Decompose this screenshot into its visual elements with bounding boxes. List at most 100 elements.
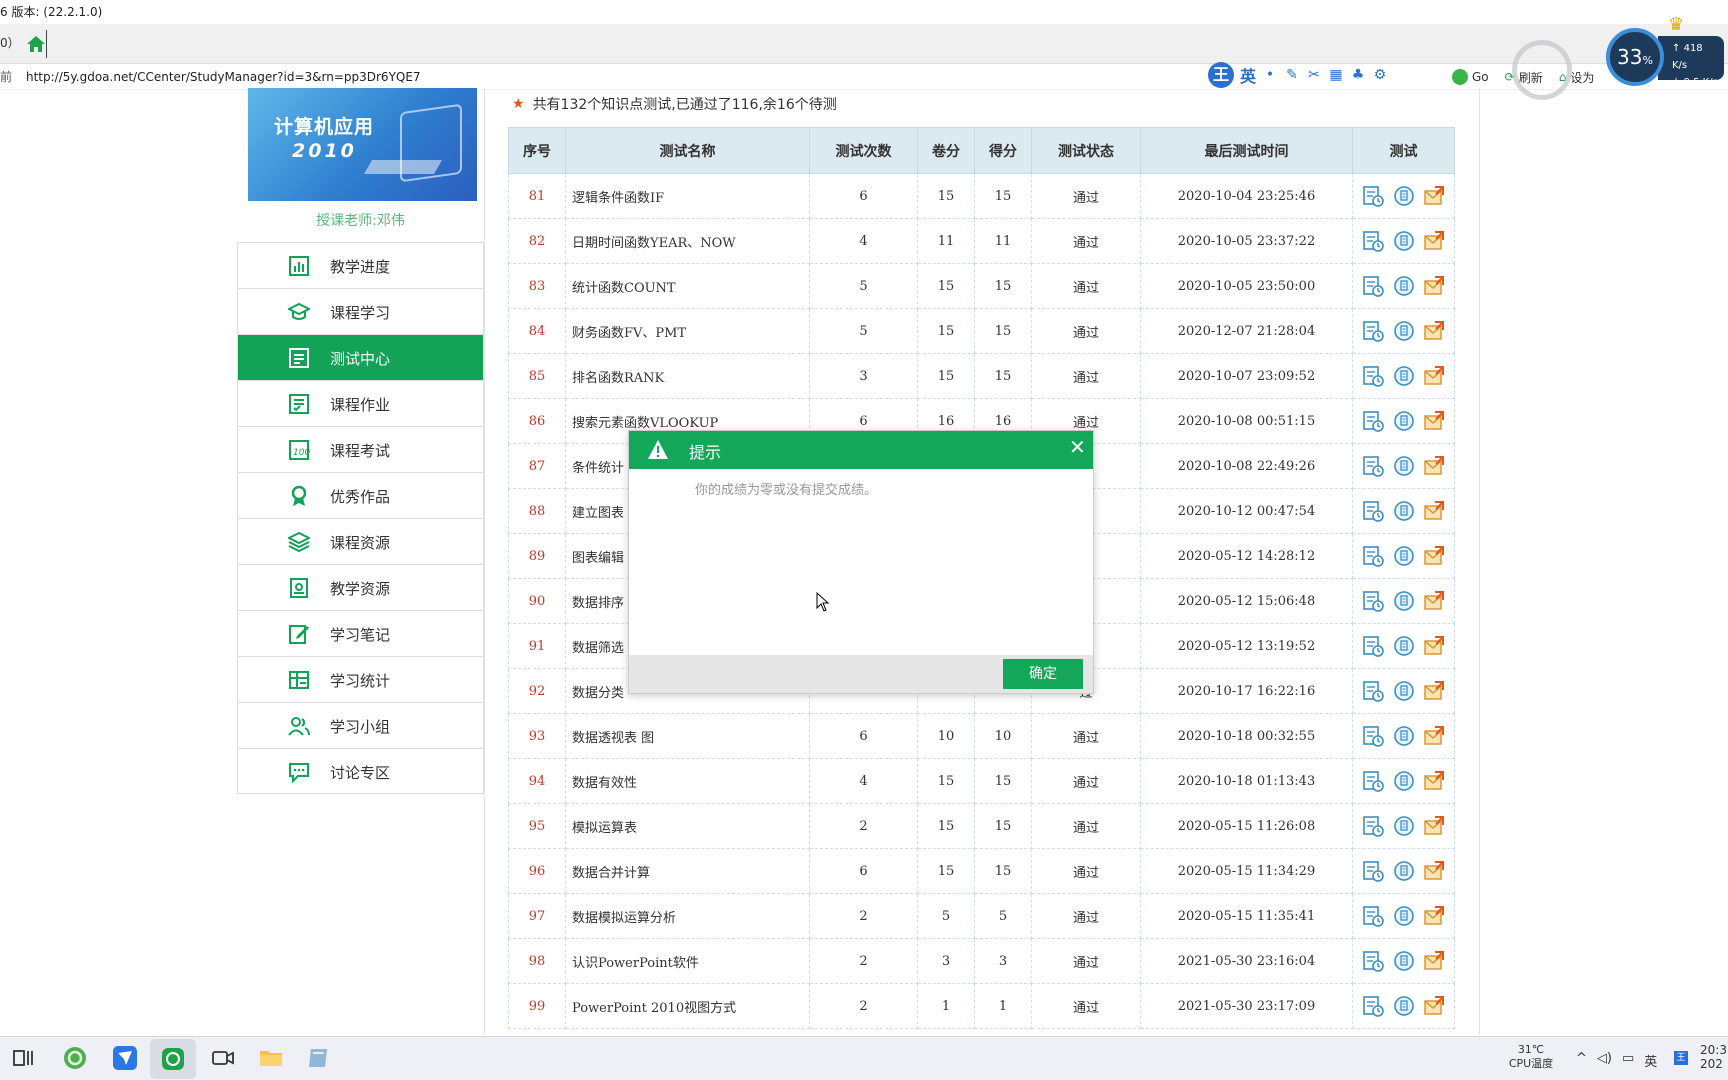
test-history-icon[interactable]: [1362, 500, 1385, 522]
submit-mail-icon[interactable]: [1423, 500, 1445, 522]
sidebar-item-teaching-resources[interactable]: 教学资源: [238, 564, 483, 610]
start-test-icon[interactable]: [1393, 230, 1415, 252]
volume-icon[interactable]: ◁): [1597, 1051, 1612, 1070]
submit-mail-icon[interactable]: [1423, 275, 1445, 297]
sidebar-item-homework[interactable]: 课程作业: [238, 380, 483, 426]
sidebar-item-discussion[interactable]: 讨论专区: [238, 748, 483, 794]
cell-last: 2020-10-08 22:49:26: [1140, 443, 1353, 489]
browser-360-icon[interactable]: [62, 1045, 88, 1071]
submit-mail-icon[interactable]: [1423, 725, 1445, 747]
start-test-icon[interactable]: [1393, 545, 1415, 567]
ok-button[interactable]: 确定: [1003, 659, 1083, 689]
submit-mail-icon[interactable]: [1423, 230, 1445, 252]
start-test-icon[interactable]: [1393, 905, 1415, 927]
start-test-icon[interactable]: [1393, 815, 1415, 837]
chevron-up-icon[interactable]: ^: [1576, 1051, 1587, 1070]
submit-mail-icon[interactable]: [1423, 455, 1445, 477]
test-history-icon[interactable]: [1362, 950, 1385, 972]
network-icon[interactable]: ▭: [1622, 1051, 1634, 1070]
start-test-icon[interactable]: [1393, 860, 1415, 882]
network-speed-widget[interactable]: ↑ 418 K/s ↓ 9.5 K/s 33%: [1606, 26, 1726, 88]
file-explorer-icon[interactable]: [258, 1045, 284, 1071]
test-history-icon[interactable]: [1362, 410, 1385, 432]
sidebar-item-excellent-works[interactable]: 优秀作品: [238, 472, 483, 518]
start-test-icon[interactable]: [1393, 185, 1415, 207]
cpu-temp-widget[interactable]: 31℃ CPU温度: [1506, 1043, 1556, 1071]
submit-mail-icon[interactable]: [1423, 815, 1445, 837]
tray-ime-language[interactable]: 英: [1644, 1051, 1657, 1070]
test-history-icon[interactable]: [1362, 320, 1385, 342]
submit-mail-icon[interactable]: [1423, 410, 1445, 432]
ime-language[interactable]: 英: [1240, 63, 1256, 87]
start-test-icon[interactable]: [1393, 950, 1415, 972]
sidebar-item-exam[interactable]: 100 课程考试: [238, 426, 483, 472]
submit-mail-icon[interactable]: [1423, 905, 1445, 927]
submit-mail-icon[interactable]: [1423, 365, 1445, 387]
camera-app-icon[interactable]: [210, 1045, 236, 1071]
home-icon[interactable]: [24, 32, 48, 56]
settings-gear-icon[interactable]: ⚙: [1372, 67, 1388, 83]
start-test-icon[interactable]: [1393, 770, 1415, 792]
test-history-icon[interactable]: [1362, 365, 1385, 387]
url-field[interactable]: http://5y.gdoa.net/CCenter/StudyManager?…: [26, 64, 421, 90]
keyboard-icon[interactable]: ▦: [1328, 67, 1344, 83]
start-test-icon[interactable]: [1393, 410, 1415, 432]
pen-icon[interactable]: ✎: [1284, 67, 1300, 83]
submit-mail-icon[interactable]: [1423, 320, 1445, 342]
sidebar-item-teaching-progress[interactable]: 教学进度: [238, 242, 483, 288]
start-test-icon[interactable]: [1393, 500, 1415, 522]
go-button[interactable]: Go: [1452, 69, 1489, 85]
test-history-icon[interactable]: [1362, 905, 1385, 927]
skin-shirt-icon[interactable]: ♣: [1350, 67, 1366, 83]
sidebar-item-test-center[interactable]: 测试中心: [238, 334, 483, 380]
task-view-icon[interactable]: [10, 1045, 36, 1071]
sidebar-item-study-group[interactable]: 学习小组: [238, 702, 483, 748]
start-test-icon[interactable]: [1393, 365, 1415, 387]
submit-mail-icon[interactable]: [1423, 770, 1445, 792]
ime-logo[interactable]: 王: [1208, 62, 1234, 88]
start-test-icon[interactable]: [1393, 635, 1415, 657]
test-history-icon[interactable]: [1362, 860, 1385, 882]
close-icon[interactable]: ✕: [1069, 435, 1086, 459]
start-test-icon[interactable]: [1393, 455, 1415, 477]
test-history-icon[interactable]: [1362, 995, 1385, 1017]
test-history-icon[interactable]: [1362, 230, 1385, 252]
submit-mail-icon[interactable]: [1423, 635, 1445, 657]
submit-mail-icon[interactable]: [1423, 950, 1445, 972]
clock[interactable]: 20:3 202: [1700, 1043, 1727, 1071]
start-test-icon[interactable]: [1393, 590, 1415, 612]
start-test-icon[interactable]: [1393, 275, 1415, 297]
test-history-icon[interactable]: [1362, 275, 1385, 297]
test-history-icon[interactable]: [1362, 590, 1385, 612]
sidebar-item-stats[interactable]: 学习统计: [238, 656, 483, 702]
test-history-icon[interactable]: [1362, 770, 1385, 792]
scissors-icon[interactable]: ✂: [1306, 67, 1322, 83]
submit-mail-icon[interactable]: [1423, 545, 1445, 567]
test-history-icon[interactable]: [1362, 815, 1385, 837]
punctuation-icon[interactable]: •: [1262, 67, 1278, 83]
submit-mail-icon[interactable]: [1423, 185, 1445, 207]
feishu-app-icon[interactable]: [112, 1045, 138, 1071]
submit-mail-icon[interactable]: [1423, 680, 1445, 702]
test-history-icon[interactable]: [1362, 725, 1385, 747]
sidebar-item-notes[interactable]: 学习笔记: [238, 610, 483, 656]
test-history-icon[interactable]: [1362, 545, 1385, 567]
test-history-icon[interactable]: [1362, 680, 1385, 702]
start-test-icon[interactable]: [1393, 995, 1415, 1017]
start-test-icon[interactable]: [1393, 680, 1415, 702]
submit-mail-icon[interactable]: [1423, 860, 1445, 882]
test-history-icon[interactable]: [1362, 455, 1385, 477]
tray-ime-logo[interactable]: 王: [1674, 1051, 1688, 1065]
active-app-button[interactable]: [150, 1039, 196, 1079]
start-test-icon[interactable]: [1393, 725, 1415, 747]
submit-mail-icon[interactable]: [1423, 995, 1445, 1017]
back-label[interactable]: 前: [0, 64, 12, 90]
test-history-icon[interactable]: [1362, 185, 1385, 207]
sidebar-item-course-resources[interactable]: 课程资源: [238, 518, 483, 564]
test-history-icon[interactable]: [1362, 635, 1385, 657]
tab-label[interactable]: 0）: [0, 34, 20, 51]
notes-app-icon[interactable]: [306, 1045, 332, 1071]
start-test-icon[interactable]: [1393, 320, 1415, 342]
submit-mail-icon[interactable]: [1423, 590, 1445, 612]
sidebar-item-course-study[interactable]: 课程学习: [238, 288, 483, 334]
